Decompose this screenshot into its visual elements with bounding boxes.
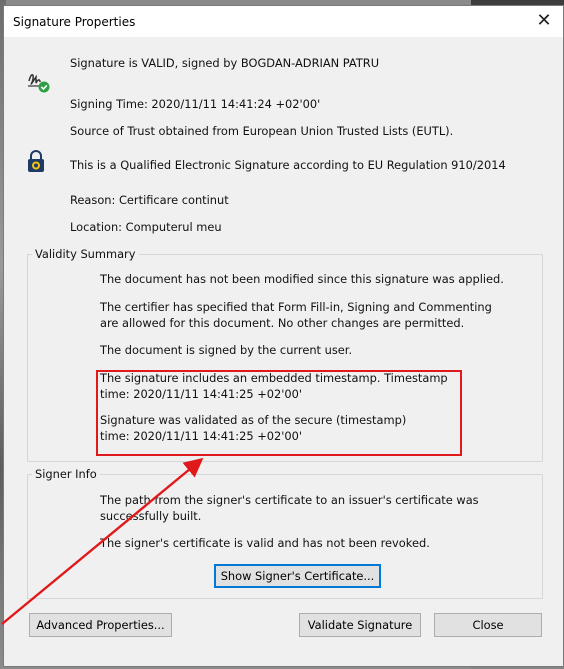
validity-item: The document is signed by the current us… [100, 343, 353, 357]
show-signer-certificate-button[interactable]: Show Signer's Certificate... [214, 564, 381, 588]
signature-reason: Reason: Certificare continut [70, 193, 229, 207]
trust-source: Source of Trust obtained from European U… [70, 124, 454, 138]
signer-info-title: Signer Info [32, 467, 100, 481]
validity-item: The document has not been modified since… [100, 272, 504, 286]
signature-location: Location: Computerul meu [70, 220, 222, 234]
signing-time: Signing Time: 2020/11/11 14:41:24 +02'00… [70, 97, 321, 111]
lock-shield-icon [26, 150, 46, 177]
qualified-signature-text: This is a Qualified Electronic Signature… [70, 158, 506, 172]
validity-summary-title: Validity Summary [32, 247, 139, 261]
advanced-properties-button[interactable]: Advanced Properties... [29, 613, 172, 637]
signature-properties-dialog: Signature Properties ✕ Signature is VALI… [3, 5, 564, 667]
signer-info-item: The signer's certificate is valid and ha… [100, 536, 430, 550]
dialog-title: Signature Properties [13, 15, 136, 29]
close-button[interactable]: Close [434, 613, 542, 637]
validate-signature-button[interactable]: Validate Signature [299, 613, 421, 637]
close-icon[interactable]: ✕ [529, 7, 559, 35]
signer-info-item: The path from the signer's certificate t… [100, 493, 479, 523]
validity-item: The certifier has specified that Form Fi… [100, 300, 492, 330]
signature-valid-icon [26, 69, 52, 96]
signature-status: Signature is VALID, signed by BOGDAN-ADR… [70, 56, 380, 70]
title-bar: Signature Properties ✕ [4, 6, 563, 37]
timestamp-highlight-box [96, 370, 462, 456]
